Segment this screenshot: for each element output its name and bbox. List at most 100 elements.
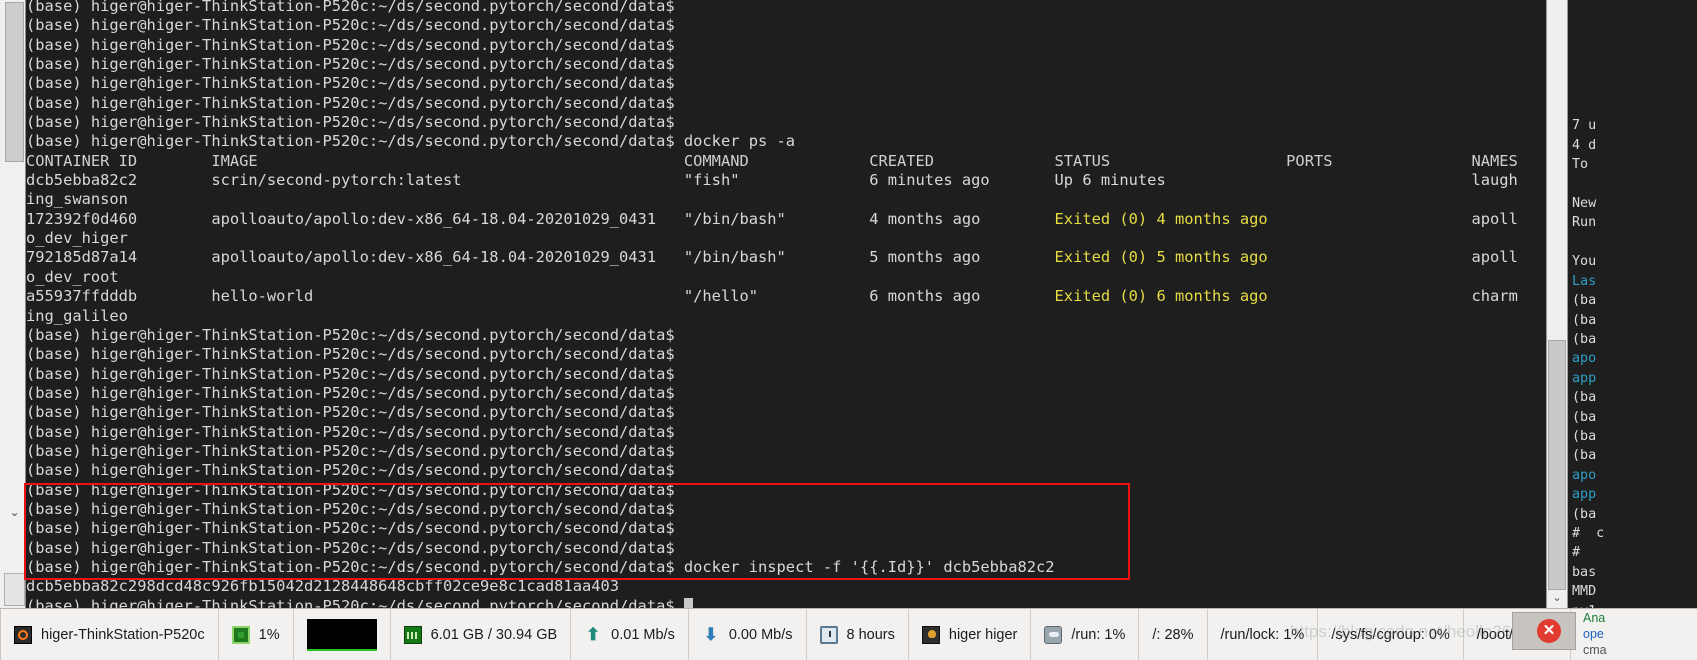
background-terminal-window[interactable]: 7 u 4 d To New Run You Las (ba (ba (ba apo app (ba… [1569, 0, 1697, 608]
disk-run-label: /run: 1% [1071, 626, 1126, 643]
background-terminal-line: apo [1572, 467, 1597, 483]
background-terminal-line: (ba [1572, 409, 1597, 425]
background-terminal-line [1569, 58, 1697, 77]
terminal-line: (base) higer@higer-ThinkStation-P520c:~/… [26, 35, 675, 54]
taskbar-item-cpu-graph[interactable] [294, 609, 391, 660]
upload-speed-label: 0.01 Mb/s [611, 626, 675, 643]
docker-table-row-cont: ing_swanson [26, 190, 128, 209]
terminal-active-prompt: (base) higer@higer-ThinkStation-P520c:~/… [26, 597, 1546, 608]
terminal-line: (base) higer@higer-ThinkStation-P520c:~/… [26, 480, 675, 499]
docker-table-row: 172392f0d460 apolloauto/apollo:dev-x86_6… [26, 210, 1546, 229]
terminal-left-scrollbar[interactable]: ⌄ [0, 0, 26, 608]
right-taskbar-text: Ana ope cma [1583, 610, 1697, 660]
background-terminal-line [1569, 19, 1697, 38]
background-terminal-line: bas [1572, 564, 1597, 580]
background-terminal-output: 7 u 4 d To New Run You Las (ba (ba (ba apo app (ba… [1569, 0, 1697, 608]
background-terminal-line [1569, 175, 1697, 194]
upload-icon: ⬆ [586, 624, 601, 644]
terminal-line: (base) higer@higer-ThinkStation-P520c:~/… [26, 74, 675, 93]
background-terminal-line: app [1572, 487, 1597, 503]
disk-root-label: /: 28% [1152, 626, 1194, 643]
right-taskbar-line1: Ana [1583, 611, 1606, 625]
disk-runlock-label: /run/lock: 1% [1220, 626, 1305, 643]
background-terminal-line: (ba [1572, 312, 1597, 328]
prompt-text: (base) higer@higer-ThinkStation-P520c:~/… [26, 596, 684, 608]
background-terminal-line [1569, 78, 1697, 97]
row-pre: 792185d87a14 apolloauto/apollo:dev-x86_6… [26, 248, 1518, 267]
status-exited: Exited (0) 6 months ago [1054, 287, 1268, 306]
terminal-line: (base) higer@higer-ThinkStation-P520c:~/… [26, 0, 675, 15]
user-icon [921, 625, 940, 644]
background-terminal-line: You [1572, 254, 1597, 270]
screen: (base) higer@higer-ThinkStation-P520c:~/… [0, 0, 1697, 660]
app-icon [14, 625, 32, 644]
taskbar-item-hostname[interactable]: higer-ThinkStation-P520c [1, 609, 219, 660]
terminal-line: (base) higer@higer-ThinkStation-P520c:~/… [26, 461, 675, 480]
download-icon: ⬇ [703, 624, 718, 644]
terminal-line: (base) higer@higer-ThinkStation-P520c:~/… [26, 113, 675, 132]
taskbar-item-upload[interactable]: ⬆ 0.01 Mb/s [571, 609, 689, 660]
terminal-line: (base) higer@higer-ThinkStation-P520c:~/… [26, 403, 675, 422]
background-terminal-line: (ba [1572, 390, 1597, 406]
download-speed-label: 0.00 Mb/s [728, 626, 793, 643]
docker-table-row-cont: o_dev_root [26, 267, 119, 286]
taskbar-item-disk-runlock[interactable]: /run/lock: 1% [1208, 609, 1319, 660]
taskbar-item-user[interactable]: higer higer [909, 609, 1032, 660]
chevron-down-icon[interactable]: ⌄ [1548, 590, 1566, 606]
terminal-inspect-output: dcb5ebba82c298dcd48c926fb15042d212844864… [26, 577, 620, 596]
background-terminal-line: apo [1572, 351, 1597, 367]
terminal-line: (base) higer@higer-ThinkStation-P520c:~/… [26, 16, 675, 35]
cpu-history-graph [306, 618, 377, 651]
terminal-line: (base) higer@higer-ThinkStation-P520c:~/… [26, 93, 675, 112]
memory-usage-label: 6.01 GB / 30.94 GB [430, 626, 558, 643]
docker-table-row: dcb5ebba82c2 scrin/second-pytorch:latest… [26, 171, 1546, 190]
terminal-window[interactable]: (base) higer@higer-ThinkStation-P520c:~/… [0, 0, 1697, 608]
terminal-line: (base) higer@higer-ThinkStation-P520c:~/… [26, 364, 675, 383]
taskbar-item-disk-cgroup[interactable]: /sys/fs/cgroup: 0% [1318, 609, 1464, 660]
terminal-line: (base) higer@higer-ThinkStation-P520c:~/… [26, 538, 675, 557]
terminal-line: (base) higer@higer-ThinkStation-P520c:~/… [26, 345, 675, 364]
scrollbar-thumb[interactable] [5, 2, 24, 162]
system-monitor-taskbar[interactable]: higer-ThinkStation-P520c 1% 6.01 GB / 30… [0, 608, 1697, 660]
row-pre: 172392f0d460 apolloauto/apollo:dev-x86_6… [26, 209, 1518, 228]
background-scrollbar-thumb[interactable] [1548, 340, 1566, 590]
hostname-label: higer-ThinkStation-P520c [41, 626, 205, 643]
background-terminal-line: (ba [1572, 331, 1597, 347]
cpu-usage-label: 1% [258, 626, 280, 643]
docker-table-row-cont: o_dev_higer [26, 229, 128, 248]
taskbar-item-cpu[interactable]: 1% [219, 609, 294, 660]
docker-table-row-cont: ing_galileo [26, 306, 128, 325]
scrollbar-button[interactable] [4, 573, 25, 606]
taskbar-item-uptime[interactable]: 8 hours [807, 609, 909, 660]
background-terminal-line [1569, 233, 1697, 252]
uptime-label: 8 hours [846, 626, 895, 643]
memory-icon [403, 625, 422, 644]
clock-icon [819, 625, 838, 644]
right-taskbar-line2: ope [1583, 627, 1604, 641]
close-icon[interactable] [1512, 612, 1576, 650]
text-cursor [683, 597, 693, 608]
disk-cgroup-label: /sys/fs/cgroup: 0% [1331, 626, 1450, 643]
background-terminal-line [1569, 0, 1697, 19]
right-taskbar-line3: cma [1583, 643, 1607, 657]
background-terminal-line: Las [1572, 273, 1597, 289]
terminal-output: (base) higer@higer-ThinkStation-P520c:~/… [26, 0, 1546, 608]
background-terminal-line: # c [1572, 525, 1605, 541]
background-terminal-line [1569, 97, 1697, 116]
terminal-command-line: (base) higer@higer-ThinkStation-P520c:~/… [26, 132, 796, 151]
background-terminal-line: 4 d [1572, 137, 1597, 153]
terminal-line: (base) higer@higer-ThinkStation-P520c:~/… [26, 441, 675, 460]
taskbar-item-disk-root[interactable]: /: 28% [1139, 609, 1208, 660]
chevron-down-icon[interactable]: ⌄ [5, 503, 24, 522]
scrollbar-track[interactable]: ⌄ [2, 0, 25, 608]
row-pre: a55937ffdddb hello-world "/hello" 6 mont… [26, 287, 1518, 306]
background-terminal-line: (ba [1572, 506, 1597, 522]
taskbar-item-memory[interactable]: 6.01 GB / 30.94 GB [391, 609, 572, 660]
cpu-icon [231, 625, 250, 644]
background-terminal-line [1569, 39, 1697, 58]
taskbar-item-download[interactable]: ⬇ 0.00 Mb/s [689, 609, 807, 660]
user-label: higer higer [948, 626, 1018, 643]
background-terminal-line: (ba [1572, 448, 1597, 464]
taskbar-item-disk-run[interactable]: /run: 1% [1031, 609, 1140, 660]
terminal-line: (base) higer@higer-ThinkStation-P520c:~/… [26, 325, 675, 344]
